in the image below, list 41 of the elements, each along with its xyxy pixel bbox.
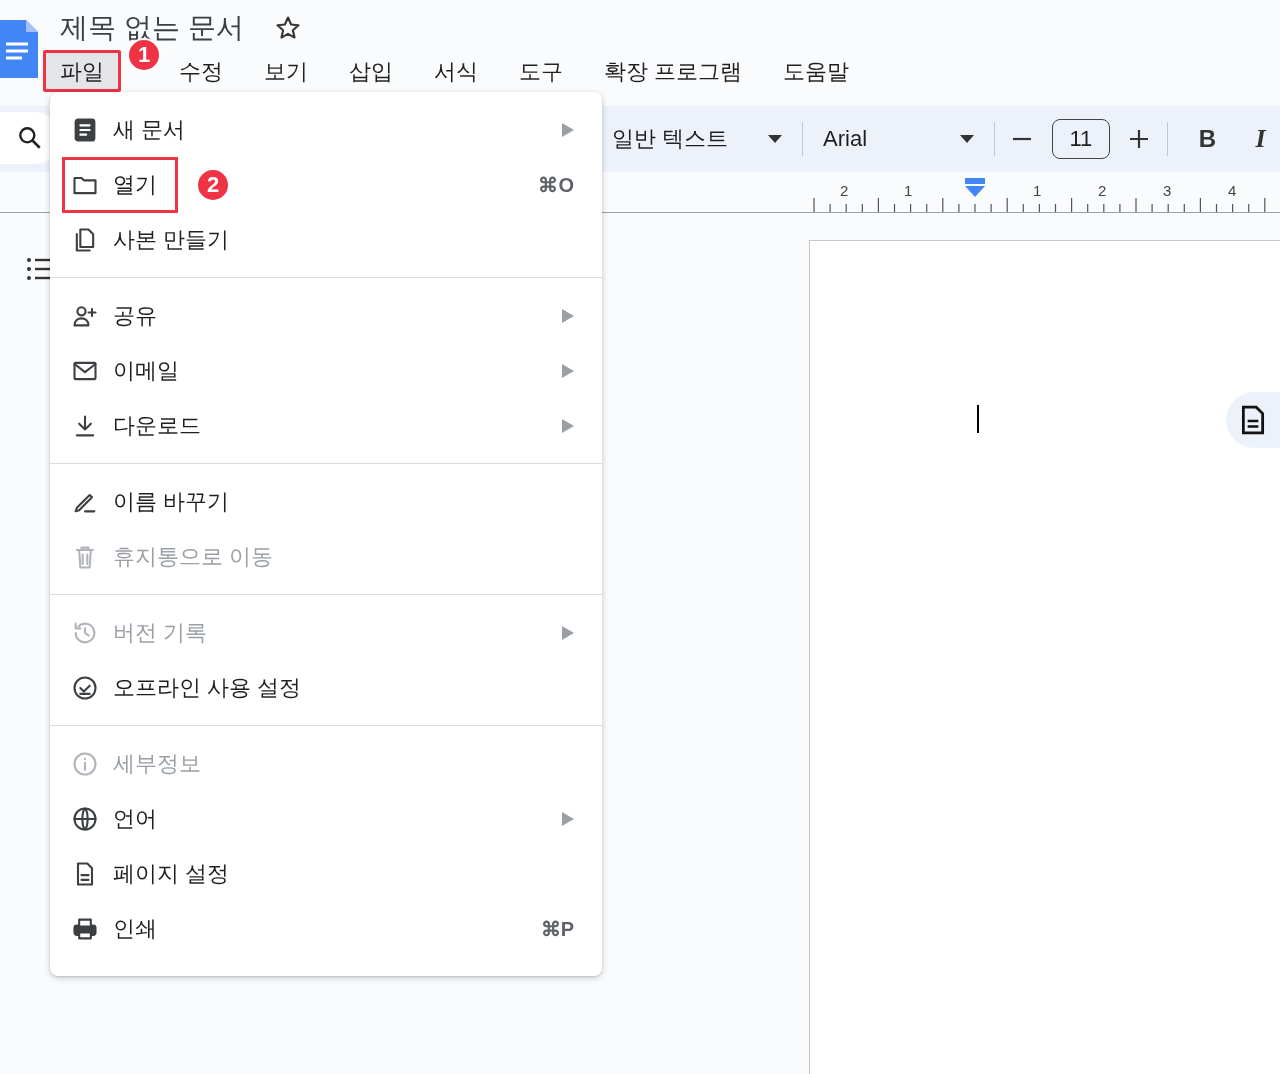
menu-item[interactable]: 새 문서 [62,101,207,158]
italic-button[interactable]: I [1240,118,1280,160]
ruler-number: 1 [1033,182,1042,199]
globe-icon [71,804,99,833]
menu-item[interactable]: 서식 [417,50,495,92]
font-size-field[interactable]: 11 [1051,119,1110,159]
menu-item[interactable]: 오프라인 사용 설정 [62,659,323,716]
ruler-number: 1 [904,182,913,199]
menu-item[interactable]: 열기 [62,156,178,213]
font-dropdown[interactable]: Arial [811,126,986,152]
menu-item[interactable]: 파일 [43,50,121,92]
menu-item[interactable]: 다운로드 [62,397,222,454]
menu-item[interactable]: 도움말 [766,50,867,92]
step-badge: 2 [196,167,230,202]
bold-button[interactable]: B [1187,119,1227,159]
menu-item[interactable]: 페이지 설정 [62,845,251,902]
menu-item[interactable]: 도구 [502,50,580,92]
menu-item[interactable]: 이메일 [62,342,200,399]
caret-icon [768,135,783,143]
ruler-number: 2 [840,182,849,199]
caret-icon [959,135,974,143]
menu-item[interactable]: 언어 [62,790,178,847]
info-icon [71,749,99,778]
menu-item[interactable]: 수정 [162,50,240,92]
ruler-number: 4 [1228,182,1237,199]
menu-item[interactable]: 확장 프로그램 [587,50,760,92]
menu-item[interactable]: 사본 만들기 [62,211,251,268]
check-circle-icon [71,673,99,702]
menu-item[interactable]: 보기 [247,50,325,92]
menu-item[interactable]: 삽입 [332,50,410,92]
menu-item[interactable]: 인쇄 [62,900,178,957]
shortcut-label: ⌘O [538,172,574,197]
indent-marker-icon[interactable] [964,178,986,198]
style-dropdown[interactable]: 일반 텍스트 [600,124,795,154]
ruler-number: 3 [1163,182,1172,199]
docs-logo-icon[interactable] [0,20,38,78]
menu-item[interactable]: 이름 바꾸기 [62,473,251,530]
text-cursor [977,405,979,433]
menu-item[interactable]: 공유 [62,287,178,344]
ruler-number: 2 [1098,182,1107,199]
shortcut-label: ⌘P [540,916,574,941]
